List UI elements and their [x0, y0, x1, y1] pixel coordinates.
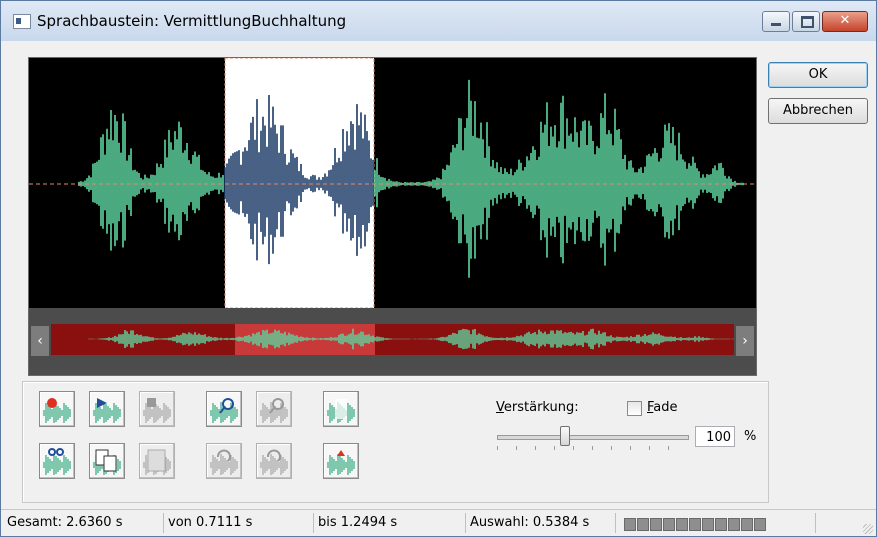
gain-unit: % [744, 429, 757, 444]
progress-segment [676, 518, 688, 531]
progress-segment [624, 518, 636, 531]
normalize-button[interactable] [323, 443, 359, 479]
status-bar: Gesamt: 2.6360 s von 0.7111 s bis 1.2494… [1, 509, 876, 536]
zoom-in-button[interactable] [206, 391, 242, 427]
cut-icon [43, 448, 71, 475]
waveform-trace [78, 79, 744, 278]
record-icon [43, 398, 71, 423]
copy-button[interactable] [89, 443, 125, 479]
progress-segment [689, 518, 701, 531]
gain-slider-ticks [497, 446, 687, 450]
title-bar[interactable]: Sprachbaustein: VermittlungBuchhaltung ✕ [1, 1, 876, 41]
normalize-icon [327, 450, 355, 475]
cut-button[interactable] [39, 443, 75, 479]
redo-icon [260, 449, 288, 475]
zoom-in-icon [210, 398, 238, 423]
play-button[interactable] [89, 391, 125, 427]
scroll-right-button[interactable]: › [736, 326, 754, 356]
waveform-panel[interactable]: ‹ › [28, 57, 757, 376]
overview-strip[interactable] [29, 308, 756, 375]
status-to: bis 1.2494 s [314, 513, 466, 533]
minimize-icon [771, 23, 781, 26]
scroll-left-button[interactable]: ‹ [31, 326, 49, 356]
undo-button[interactable] [206, 443, 242, 479]
status-from: von 0.7111 s [164, 513, 314, 533]
gain-label: Verstärkung: [496, 400, 579, 415]
status-selection: Auswahl: 0.5384 s [466, 513, 616, 533]
close-icon: ✕ [839, 13, 851, 28]
stop-icon [143, 398, 171, 423]
fade-label-rest: ade [653, 400, 678, 415]
progress-segment [715, 518, 727, 531]
fade-label[interactable]: Fade [647, 400, 678, 415]
stop-button[interactable] [139, 391, 175, 427]
app-icon [13, 14, 31, 29]
play-icon [93, 398, 121, 423]
maximize-icon [801, 16, 814, 28]
cancel-button[interactable]: Abbrechen [768, 98, 868, 124]
progress-segment [741, 518, 753, 531]
minimize-button[interactable] [762, 11, 790, 32]
close-button[interactable]: ✕ [822, 11, 868, 32]
ok-button[interactable]: OK [768, 62, 868, 88]
gain-label-rest: erstärkung: [503, 400, 579, 415]
overview-waveform[interactable] [29, 308, 756, 375]
waveform-view[interactable] [29, 58, 756, 308]
zoom-out-button[interactable] [256, 391, 292, 427]
maximize-button[interactable] [792, 11, 820, 32]
copy-icon [93, 449, 121, 475]
gain-label-accel: V [496, 400, 504, 415]
select-all-icon [327, 399, 355, 423]
undo-icon [210, 449, 238, 475]
record-button[interactable] [39, 391, 75, 427]
status-total: Gesamt: 2.6360 s [3, 513, 164, 533]
dialog-window: Sprachbaustein: VermittlungBuchhaltung ✕… [0, 0, 877, 537]
fade-checkbox[interactable] [627, 401, 642, 416]
paste-button[interactable] [139, 443, 175, 479]
progress-segment [637, 518, 649, 531]
gain-slider-thumb[interactable] [560, 426, 570, 446]
redo-button[interactable] [256, 443, 292, 479]
gain-input[interactable]: 100 [695, 426, 735, 447]
progress-segment [754, 518, 766, 531]
paste-icon [143, 449, 171, 475]
resize-grip[interactable] [863, 524, 873, 534]
status-progress [616, 513, 816, 533]
zoom-out-icon [260, 398, 288, 423]
window-title: Sprachbaustein: VermittlungBuchhaltung [37, 12, 347, 30]
progress-segment [728, 518, 740, 531]
progress-segment [663, 518, 675, 531]
progress-segment [650, 518, 662, 531]
select-all-button[interactable] [323, 391, 359, 427]
progress-segment [702, 518, 714, 531]
gain-slider-track[interactable] [497, 435, 689, 440]
